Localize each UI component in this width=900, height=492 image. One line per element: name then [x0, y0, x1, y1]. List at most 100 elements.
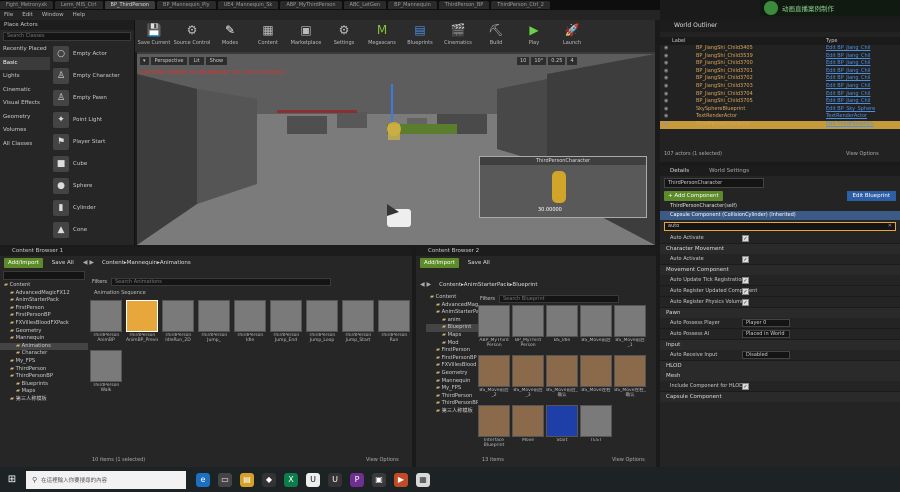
- asset-tile[interactable]: BS_Move左右: [580, 355, 612, 401]
- folder-item[interactable]: ▰ ThirdPerson: [426, 393, 478, 401]
- cb1-view-options[interactable]: View Options: [366, 457, 399, 463]
- toolbar-button[interactable]: ▦ Content: [249, 22, 287, 50]
- self-component[interactable]: ThirdPersonCharacter(self): [660, 202, 900, 211]
- title-tab[interactable]: ABP_MyThirdPerson: [280, 1, 342, 9]
- breadcrumb-item[interactable]: Mannequin: [127, 260, 157, 266]
- folder-item[interactable]: ▰ FirstPersonBP: [426, 355, 478, 363]
- toolbar-button[interactable]: 🎬 Cinematics: [439, 22, 477, 50]
- asset-tile[interactable]: ABP_MyThird Person: [478, 305, 510, 351]
- actor-item[interactable]: ♙ Empty Pawn: [53, 87, 133, 109]
- asset-tile[interactable]: ThirdPerson AnimBP_Preview: [126, 300, 158, 346]
- toolbar-button[interactable]: ▤ Blueprints: [401, 22, 439, 50]
- title-tab[interactable]: ABC_LetGen: [343, 1, 387, 9]
- folder-item[interactable]: ▰ Mod: [426, 340, 478, 348]
- level-viewport[interactable]: ▾ Perspective Lit Show 10 10° 0.25 4 LIG…: [137, 54, 655, 245]
- outliner-type-link[interactable]: TextRenderActor: [826, 113, 867, 121]
- outliner-type-link[interactable]: Edit BP_Jiang_Chil: [826, 53, 870, 61]
- lit-button[interactable]: Lit: [189, 57, 204, 65]
- asset-tile[interactable]: BP_MyThird Person: [512, 305, 544, 351]
- folder-item[interactable]: ▰ AnimStarterPa: [426, 309, 478, 317]
- category-item[interactable]: Basic: [0, 56, 50, 70]
- folder-item[interactable]: ▰ Maps: [0, 388, 88, 396]
- breadcrumb-item[interactable]: Content: [439, 282, 461, 288]
- asset-tile[interactable]: ThirdPerson Run: [378, 300, 410, 346]
- viewport-menu-icon[interactable]: ▾: [140, 57, 149, 65]
- menu-item[interactable]: Help: [73, 12, 86, 18]
- folder-item[interactable]: ▰ Blueprints: [0, 381, 88, 389]
- folder-item[interactable]: ▰ AdvancedMagicFX12: [0, 290, 88, 298]
- cb1-add-import-button[interactable]: Add/Import: [4, 257, 43, 268]
- asset-tile[interactable]: Interface Blueprint: [478, 405, 510, 451]
- menu-item[interactable]: File: [4, 12, 13, 18]
- folder-item[interactable]: ▰ ThirdPersonBP: [0, 373, 88, 381]
- details-section[interactable]: Capsule Component: [660, 392, 900, 402]
- visibility-eye-icon[interactable]: ◉: [664, 60, 668, 68]
- cb1-folder-search[interactable]: [3, 271, 85, 280]
- outliner-type-link[interactable]: Edit BP_Jiang_Chil: [826, 83, 870, 91]
- app-light-icon[interactable]: ▦: [416, 472, 430, 487]
- property-checkbox[interactable]: ✓: [742, 299, 749, 306]
- title-tab[interactable]: ThirdPerson_BP: [438, 1, 490, 9]
- clear-search-icon[interactable]: ✕: [888, 223, 892, 230]
- cb1-save-all-button[interactable]: Save All: [49, 258, 77, 268]
- asset-tile[interactable]: BS_Move前后_确认: [546, 355, 578, 401]
- taskbar-search[interactable]: ⚲ 在這裡輸入你要搜尋的內容: [26, 470, 186, 489]
- category-item[interactable]: Volumes: [0, 124, 50, 138]
- asset-tile[interactable]: ThirdPerson Walk: [90, 350, 122, 396]
- outliner-type-link[interactable]: Edit BP_Jiang_Chil: [826, 68, 870, 76]
- actor-item[interactable]: ■ Cube: [53, 153, 133, 175]
- edge-icon[interactable]: e: [196, 472, 210, 487]
- actor-item[interactable]: ○ Empty Actor: [53, 43, 133, 65]
- property-dropdown[interactable]: Player 0: [742, 319, 790, 327]
- folder-item[interactable]: ▰ 第三人称模板: [0, 396, 88, 404]
- category-item[interactable]: Lights: [0, 70, 50, 84]
- cb2-view-options[interactable]: View Options: [612, 457, 645, 463]
- toolbar-button[interactable]: ▣ Marketplace: [287, 22, 325, 50]
- toolbar-button[interactable]: ✎ Modes: [211, 22, 249, 50]
- folder-item[interactable]: ▰ anim: [426, 317, 478, 325]
- asset-tile[interactable]: BS_Move前后_1: [614, 305, 646, 351]
- folder-item[interactable]: ▰ 第三人称模板: [426, 408, 478, 416]
- edit-blueprint-button[interactable]: Edit Blueprint: [846, 191, 896, 201]
- details-section[interactable]: Mesh: [660, 371, 900, 381]
- details-section[interactable]: Input: [660, 340, 900, 350]
- title-tab[interactable]: ThirdPerson_Ctrl_2: [491, 1, 550, 9]
- outliner-row[interactable]: ◉ BP_JiangShi_Child3405 Edit BP_Jiang_Chil: [660, 45, 900, 53]
- asset-tile[interactable]: BS_Move前后_2: [478, 355, 510, 401]
- outliner-type-link[interactable]: Edit BP_Jiang_Chil: [826, 45, 870, 53]
- property-dropdown[interactable]: Disabled: [742, 351, 790, 359]
- outliner-row[interactable]: ◉ ThirdPersonCharacter Edit ThirdPersonCh: [660, 120, 900, 129]
- outliner-row[interactable]: ◉ BP_JiangShi_Child3700 Edit BP_Jiang_Chil: [660, 60, 900, 68]
- property-checkbox[interactable]: ✓: [742, 288, 749, 295]
- folder-item[interactable]: ▰ Geometry: [0, 328, 88, 336]
- toolbar-button[interactable]: ▶ Play: [515, 22, 553, 50]
- visibility-eye-icon[interactable]: ◉: [664, 83, 668, 91]
- folder-item[interactable]: ▰ FirstPerson: [0, 305, 88, 313]
- category-item[interactable]: Visual Effects: [0, 97, 50, 111]
- outliner-row[interactable]: ◉ BP_JiangShi_Child3701 Edit BP_Jiang_Chil: [660, 68, 900, 76]
- toolbar-button[interactable]: 🚀 Launch: [553, 22, 591, 50]
- breadcrumb-item[interactable]: Animations: [160, 260, 191, 266]
- asset-tile[interactable]: Move: [512, 405, 544, 451]
- toolbar-button[interactable]: ⚙ Settings: [325, 22, 363, 50]
- toolbar-button[interactable]: ⛏ Build: [477, 22, 515, 50]
- asset-tile[interactable]: TEST: [580, 405, 612, 451]
- title-tab[interactable]: Lerm_MIS_Ctrl: [55, 1, 103, 9]
- folder-item[interactable]: ▰ Mannequin: [0, 335, 88, 343]
- asset-tile[interactable]: BS_Move前后_3: [512, 355, 544, 401]
- category-item[interactable]: All Classes: [0, 138, 50, 152]
- asset-tile[interactable]: ThirdPerson Idle: [234, 300, 266, 346]
- app-icon[interactable]: ◆: [262, 472, 276, 487]
- visibility-eye-icon[interactable]: ◉: [664, 113, 668, 121]
- actor-item[interactable]: ⚑ Player Start: [53, 131, 133, 153]
- task-view-icon[interactable]: ▭: [218, 472, 232, 487]
- category-item[interactable]: Recently Placed: [0, 43, 50, 57]
- actor-item[interactable]: ▲ Cone: [53, 219, 133, 241]
- folder-item[interactable]: ▰ FirstPerson: [426, 347, 478, 355]
- cb2-add-import-button[interactable]: Add/Import: [420, 257, 459, 268]
- folder-item[interactable]: ▰ Character: [0, 350, 88, 358]
- actor-item[interactable]: ▮ Cylinder: [53, 197, 133, 219]
- show-button[interactable]: Show: [205, 57, 228, 65]
- outliner-view-options[interactable]: View Options: [846, 151, 879, 157]
- outliner-type-link[interactable]: Edit BP_Jiang_Chil: [826, 75, 870, 83]
